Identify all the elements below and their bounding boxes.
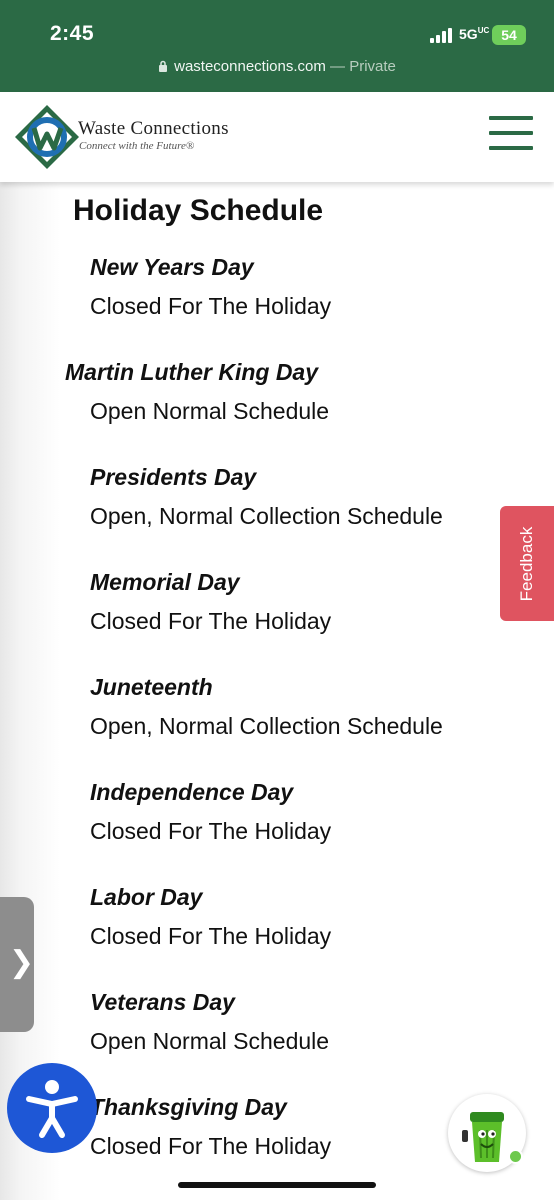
page-title: Holiday Schedule: [73, 194, 324, 227]
holiday-name: Martin Luther King Day: [65, 359, 319, 385]
holiday-name: Presidents Day: [90, 464, 257, 490]
feedback-label: Feedback: [517, 526, 536, 601]
holiday-name: Juneteenth: [90, 674, 213, 700]
holiday-status: Open, Normal Collection Schedule: [90, 503, 443, 529]
holiday-status: Closed For The Holiday: [90, 923, 332, 949]
accessibility-person-icon: [26, 1080, 78, 1138]
holiday-name: New Years Day: [90, 254, 254, 280]
accessibility-button[interactable]: [7, 1063, 97, 1153]
holiday-status: Closed For The Holiday: [90, 293, 332, 319]
lock-icon: [159, 60, 168, 72]
online-status-dot: [508, 1149, 523, 1164]
side-drawer-handle[interactable]: ❯: [0, 897, 34, 1032]
status-time: 2:45: [50, 22, 95, 45]
home-indicator: [178, 1182, 376, 1188]
network-sub: UC: [477, 26, 490, 35]
holiday-status: Closed For The Holiday: [90, 818, 332, 844]
holiday-status: Open Normal Schedule: [90, 398, 330, 424]
cell-signal-icon: [430, 27, 456, 43]
site-header: Waste Connections Connect with the Futur…: [0, 92, 554, 182]
holiday-status: Open Normal Schedule: [90, 1028, 330, 1054]
network-indicator: 5GUC: [459, 26, 489, 42]
feedback-button[interactable]: Feedback: [500, 506, 554, 621]
holiday-status: Open, Normal Collection Schedule: [90, 713, 443, 739]
address-bar[interactable]: wasteconnections.com — Private: [0, 58, 554, 82]
holiday-status: Closed For The Holiday: [90, 1133, 332, 1159]
logo-tagline: Connect with the Future®: [79, 140, 195, 152]
menu-hamburger-icon[interactable]: [489, 116, 533, 152]
logo-name: Waste Connections: [78, 118, 229, 139]
company-logo-icon[interactable]: [14, 104, 80, 170]
holiday-status: Closed For The Holiday: [90, 608, 332, 634]
main-content: Holiday Schedule New Years Day Closed Fo…: [0, 182, 554, 1200]
status-bar: 2:45 5GUC 54 wasteconnections.com — Priv…: [0, 0, 554, 92]
holiday-name: Thanksgiving Day: [90, 1094, 287, 1120]
url-host: wasteconnections.com: [174, 58, 326, 75]
holiday-name: Memorial Day: [90, 569, 240, 595]
holiday-name: Independence Day: [90, 779, 294, 805]
battery-indicator: 54: [492, 25, 526, 45]
holiday-name: Labor Day: [90, 884, 203, 910]
holiday-name: Veterans Day: [90, 989, 235, 1015]
browsing-mode: Private: [349, 58, 396, 75]
url-separator: —: [325, 58, 350, 75]
chevron-right-icon: ❯: [9, 946, 35, 979]
network-type: 5G: [459, 26, 478, 42]
